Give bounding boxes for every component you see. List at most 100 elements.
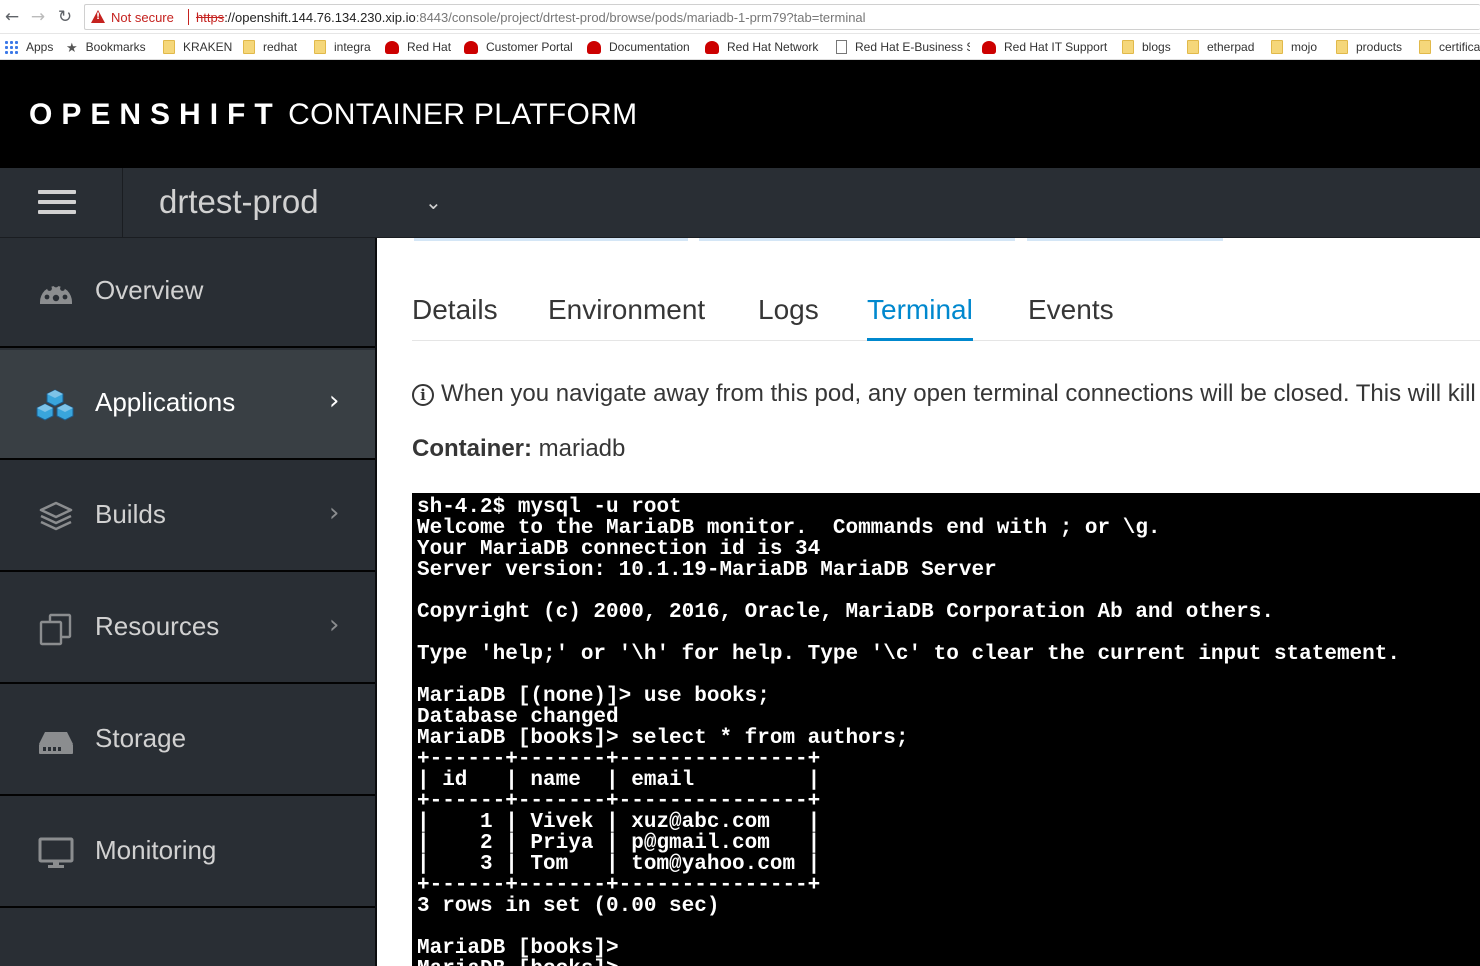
- bookmark-kraken[interactable]: KRAKEN: [163, 38, 232, 56]
- bookmark-label: etherpad: [1207, 40, 1255, 54]
- url-host: ://openshift.144.76.134.230.xip.io: [224, 10, 416, 25]
- terminal-line: Type 'help;' or '\h' for help. Type '\c'…: [417, 643, 1400, 666]
- terminal-line: +------+-------+---------------+: [417, 874, 821, 897]
- layers-icon: [39, 501, 73, 531]
- forward-arrow-icon[interactable]: →: [28, 6, 48, 28]
- terminal-line: | 3 | Tom | tom@yahoo.com |: [417, 853, 821, 876]
- bookmark-certifica[interactable]: certifica: [1419, 38, 1480, 56]
- sidebar-item-overview[interactable]: Overview: [0, 238, 375, 348]
- project-bar: drtest-prod ⌄: [0, 168, 1480, 238]
- dashboard-icon: [40, 282, 72, 304]
- terminal-line: +------+-------+---------------+: [417, 748, 821, 771]
- terminal-line: Welcome to the MariaDB monitor. Commands…: [417, 517, 1161, 540]
- sidebar-nav: Overview Applications › Builds › Resourc…: [0, 238, 377, 966]
- sidebar-item-label: Overview: [95, 275, 204, 305]
- back-arrow-icon[interactable]: ←: [2, 6, 22, 28]
- terminal-line: 3 rows in set (0.00 sec): [417, 895, 720, 918]
- bookmark-label: Red Hat E-Business S: [855, 40, 970, 54]
- sidebar-item-applications[interactable]: Applications ›: [0, 350, 375, 460]
- copy-icon: [39, 613, 72, 646]
- sidebar-item-builds[interactable]: Builds ›: [0, 462, 375, 572]
- bookmark-red-hat-ebusiness[interactable]: Red Hat E-Business S: [836, 38, 970, 56]
- brand-logo[interactable]: OPENSHIFT CONTAINER PLATFORM: [29, 98, 637, 132]
- project-selector[interactable]: drtest-prod: [159, 183, 319, 221]
- security-indicator[interactable]: Not secure: [111, 10, 174, 25]
- bookmark-label: Bookmarks: [85, 40, 146, 54]
- bookmark-label: Documentation: [609, 40, 690, 54]
- bookmark-products[interactable]: products: [1336, 38, 1402, 56]
- tab-events[interactable]: Events: [1028, 294, 1114, 341]
- tab-environment[interactable]: Environment: [548, 294, 705, 341]
- address-bar[interactable]: Not secure https://openshift.144.76.134.…: [84, 4, 1480, 30]
- bookmark-label: redhat: [263, 40, 298, 54]
- bookmark-label: Red Hat IT Support: [1004, 40, 1108, 54]
- browser-toolbar: ← → ↻ Not secure https://openshift.144.7…: [0, 0, 1480, 34]
- warning-icon: [91, 10, 105, 23]
- bookmark-label: KRAKEN: [183, 40, 233, 54]
- brand-product: CONTAINER PLATFORM: [288, 98, 638, 131]
- monitor-icon: [38, 837, 74, 868]
- sidebar-item-label: Monitoring: [95, 835, 217, 865]
- sidebar-item-monitoring[interactable]: Monitoring: [0, 798, 375, 908]
- bookmark-label: mojo: [1291, 40, 1318, 54]
- terminal-line: | 2 | Priya | p@gmail.com |: [417, 832, 821, 855]
- info-icon: i: [412, 384, 434, 406]
- main-content: Details Environment Logs Terminal Events…: [377, 238, 1480, 966]
- bookmark-integra[interactable]: integra: [314, 38, 371, 56]
- bookmark-label: Customer Portal: [486, 40, 573, 54]
- redhat-icon: [464, 41, 478, 54]
- bookmark-bookmarks[interactable]: ★ Bookmarks: [66, 38, 146, 56]
- redhat-icon: [982, 41, 996, 54]
- terminal-line: | id | name | email |: [417, 769, 821, 792]
- terminal-line: MariaDB [books]>: [417, 959, 1480, 966]
- folder-icon: [1336, 40, 1348, 54]
- sidebar-item-label: Applications: [95, 387, 236, 417]
- terminal-line: Server version: 10.1.19-MariaDB MariaDB …: [417, 559, 997, 582]
- folder-icon: [1122, 40, 1134, 54]
- sidebar-item-label: Builds: [95, 499, 166, 529]
- url-scheme: https: [196, 10, 225, 25]
- reload-icon[interactable]: ↻: [55, 6, 75, 28]
- bookmark-label: Red Hat Network: [727, 40, 819, 54]
- container-label: Container:: [412, 435, 532, 462]
- terminal-line: Database changed: [417, 706, 619, 729]
- tab-logs[interactable]: Logs: [758, 294, 819, 341]
- bookmark-mojo[interactable]: mojo: [1271, 38, 1317, 56]
- bookmark-label: integra: [334, 40, 371, 54]
- bookmark-red-hat-network[interactable]: Red Hat Network: [705, 38, 818, 56]
- hamburger-menu-icon[interactable]: [0, 168, 123, 238]
- terminal-line: Copyright (c) 2000, 2016, Oracle, MariaD…: [417, 601, 1274, 624]
- folder-icon: [1187, 40, 1199, 54]
- sidebar-item-storage[interactable]: Storage: [0, 686, 375, 796]
- tab-details[interactable]: Details: [412, 294, 498, 341]
- folder-icon: [314, 40, 326, 54]
- sidebar-item-resources[interactable]: Resources ›: [0, 574, 375, 684]
- tab-terminal[interactable]: Terminal: [867, 294, 973, 341]
- bookmark-blogs[interactable]: blogs: [1122, 38, 1171, 56]
- url-separator: [188, 9, 189, 25]
- bookmark-documentation[interactable]: Documentation: [587, 38, 690, 56]
- terminal-console[interactable]: sh-4.2$ mysql -u root Welcome to the Mari…: [412, 493, 1480, 966]
- sidebar-item-label: Storage: [95, 723, 187, 753]
- bookmark-etherpad[interactable]: etherpad: [1187, 38, 1254, 56]
- apps-grid-icon: [4, 40, 18, 54]
- url-text[interactable]: https://openshift.144.76.134.230.xip.io:…: [196, 10, 866, 25]
- terminal-line: +------+-------+---------------+: [417, 790, 821, 813]
- bookmark-red-hat-it-support[interactable]: Red Hat IT Support: [982, 38, 1107, 56]
- terminal-line: MariaDB [books]>: [417, 937, 619, 960]
- bookmark-label: certifica: [1439, 40, 1480, 54]
- terminal-notice: i When you navigate away from this pod, a…: [412, 380, 1480, 408]
- hard-drive-icon: [39, 732, 73, 754]
- container-selector: Container: mariadb: [412, 435, 625, 463]
- folder-icon: [243, 40, 255, 54]
- bookmark-label: products: [1356, 40, 1403, 54]
- chevron-down-icon[interactable]: ⌄: [425, 190, 442, 214]
- bookmark-red-hat[interactable]: Red Hat: [385, 38, 451, 56]
- bookmark-apps[interactable]: Apps: [4, 38, 53, 56]
- bookmark-customer-portal[interactable]: Customer Portal: [464, 38, 573, 56]
- bookmark-redhat[interactable]: redhat: [243, 38, 297, 56]
- star-icon: ★: [66, 41, 78, 56]
- container-name[interactable]: mariadb: [539, 435, 626, 462]
